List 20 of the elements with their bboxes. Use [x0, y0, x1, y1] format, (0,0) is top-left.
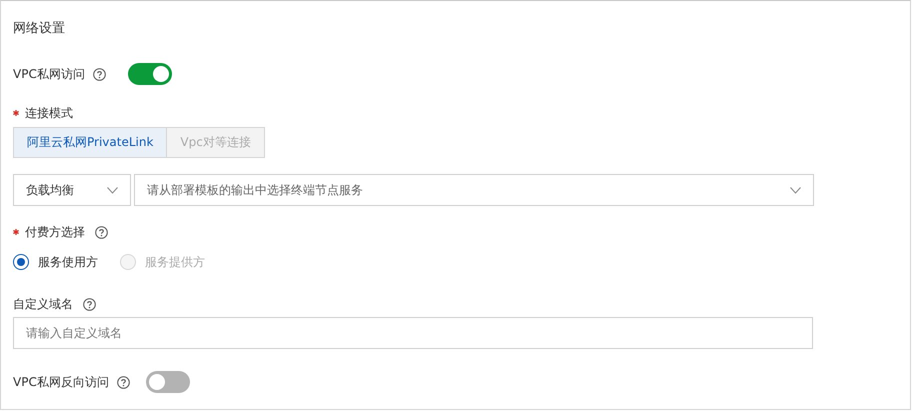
input-field[interactable]: 请输入自定义域名 [13, 317, 813, 349]
field-label: 付费方选择 [25, 224, 85, 240]
field-label: VPC私网访问 [13, 66, 85, 82]
help-icon[interactable] [116, 376, 130, 388]
select-field[interactable]: 请从部署模板的输出中选择终端节点服务 [134, 174, 814, 206]
help-icon[interactable] [92, 68, 106, 80]
segment-tab[interactable]: 阿里云私网PrivateLink [13, 127, 168, 158]
radio-button[interactable] [13, 254, 29, 270]
help-icon[interactable] [95, 226, 108, 238]
field-label: 自定义域名 [13, 296, 73, 312]
section-title: 网络设置 [13, 20, 66, 38]
chevron-down-icon [790, 186, 801, 194]
radio-label[interactable]: 服务使用方 [38, 254, 98, 270]
select-field[interactable]: 负载均衡 [13, 174, 131, 206]
toggle-switch[interactable] [146, 371, 190, 393]
help-icon[interactable] [83, 298, 96, 310]
field-label: 连接模式 [25, 104, 73, 122]
toggle-switch[interactable] [128, 63, 172, 85]
chevron-down-icon [107, 186, 118, 194]
field-label: VPC私网反向访问 [13, 374, 109, 390]
